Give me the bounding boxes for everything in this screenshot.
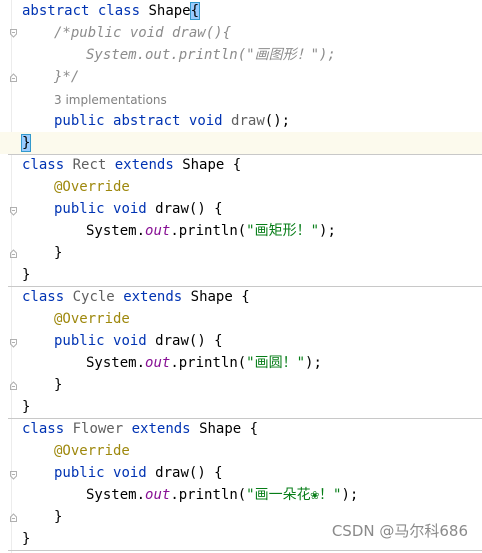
keyword: public — [54, 333, 105, 349]
code-line[interactable]: class Cycle extends Shape { — [22, 286, 250, 308]
close-brace: } — [54, 509, 63, 525]
fold-end-icon[interactable] — [10, 73, 17, 82]
close-brace: } — [22, 531, 31, 547]
class-name: Flower — [72, 421, 124, 437]
open-brace: { — [232, 157, 242, 173]
code-line[interactable]: public abstract void draw(); — [54, 110, 290, 132]
keyword: class — [22, 421, 65, 437]
code-line[interactable]: public void draw() { — [54, 330, 223, 352]
code-line[interactable]: } — [54, 242, 62, 264]
code-line[interactable]: System.out.println("画矩形！"); — [86, 220, 336, 242]
matched-brace: { — [189, 2, 201, 20]
keyword: public — [54, 113, 105, 129]
keyword: abstract — [113, 113, 181, 129]
system-class: System. — [86, 223, 146, 239]
parent-class-name: Shape — [182, 157, 225, 173]
keyword: void — [188, 113, 223, 129]
code-line[interactable]: } — [54, 506, 62, 528]
close-brace: } — [22, 399, 31, 415]
code-line[interactable]: class Rect extends Shape { — [22, 154, 241, 176]
block-comment: }*/ — [54, 69, 80, 85]
method-signature: draw() { — [155, 333, 223, 349]
code-line[interactable]: } — [22, 528, 30, 550]
method-call: .println( — [170, 487, 247, 503]
fold-start-icon[interactable] — [10, 207, 17, 216]
class-name: Cycle — [72, 289, 115, 305]
code-line[interactable]: } — [54, 374, 62, 396]
keyword: void — [113, 201, 147, 217]
current-line-highlight — [0, 132, 482, 154]
system-class: System. — [86, 487, 146, 503]
method-signature: draw() { — [155, 465, 223, 481]
keyword: extends — [123, 289, 183, 305]
method-tail: (); — [264, 113, 291, 129]
code-line[interactable]: abstract class Shape{ — [22, 0, 201, 22]
keyword: abstract — [22, 3, 90, 19]
string-literal: "画矩形！" — [246, 223, 320, 239]
code-line[interactable]: System.out.println("画一朵花❀！"); — [86, 484, 358, 506]
statement-end: ); — [341, 487, 359, 503]
code-editor[interactable]: abstract class Shape{ /*public void draw… — [0, 0, 482, 553]
parent-class-name: Shape — [199, 421, 242, 437]
keyword: void — [113, 333, 147, 349]
keyword: extends — [114, 157, 174, 173]
code-line[interactable]: public void draw() { — [54, 462, 223, 484]
watermark: CSDN @马尔科686 — [331, 522, 468, 540]
statement-end: ); — [305, 355, 322, 371]
keyword: extends — [131, 421, 191, 437]
code-line[interactable]: } — [22, 396, 30, 418]
open-brace: { — [249, 421, 259, 437]
block-comment: System.out.println("画图形！"); — [86, 47, 336, 63]
method-name: draw — [231, 113, 265, 129]
fold-end-icon[interactable] — [10, 381, 17, 390]
method-call: .println( — [170, 355, 247, 371]
code-line[interactable]: } — [22, 264, 30, 286]
comment-line[interactable]: /*public void draw(){ — [54, 22, 231, 44]
keyword: class — [97, 3, 141, 19]
code-line[interactable]: System.out.println("画圆！"); — [86, 352, 322, 374]
close-brace: } — [22, 267, 31, 283]
static-field: out — [145, 487, 171, 503]
implementations-hint[interactable]: 3 implementations — [54, 89, 167, 111]
code-line[interactable]: public void draw() { — [54, 198, 223, 220]
code-line[interactable]: @Override — [54, 176, 130, 198]
method-separator — [8, 550, 482, 551]
open-brace: { — [241, 289, 250, 305]
close-brace: } — [54, 377, 63, 393]
parent-class-name: Shape — [190, 289, 233, 305]
matched-brace: } — [20, 134, 32, 152]
fold-start-icon[interactable] — [10, 471, 17, 480]
keyword: void — [113, 465, 147, 481]
method-signature: draw() { — [155, 201, 223, 217]
statement-end: ); — [319, 223, 336, 239]
class-name: Shape — [148, 3, 191, 19]
class-name: Rect — [72, 157, 107, 173]
fold-start-icon[interactable] — [10, 29, 17, 38]
static-field: out — [145, 223, 171, 239]
block-comment: /*public void draw(){ — [54, 25, 232, 41]
string-literal: "画圆！" — [246, 355, 306, 371]
code-line[interactable]: @Override — [54, 308, 130, 330]
code-line[interactable]: } — [20, 132, 32, 154]
annotation: @Override — [54, 179, 130, 195]
code-line[interactable]: @Override — [54, 440, 130, 462]
system-class: System. — [86, 355, 146, 371]
annotation: @Override — [54, 443, 130, 459]
comment-line[interactable]: System.out.println("画图形！"); — [86, 44, 336, 66]
code-line[interactable]: class Flower extends Shape { — [22, 418, 258, 440]
annotation: @Override — [54, 311, 130, 327]
string-literal: "画一朵花❀！" — [246, 487, 342, 503]
keyword: public — [54, 201, 105, 217]
keyword: class — [22, 157, 65, 173]
close-brace: } — [54, 245, 63, 261]
keyword: class — [22, 289, 65, 305]
fold-start-icon[interactable] — [10, 339, 17, 348]
comment-line[interactable]: }*/ — [54, 66, 79, 88]
fold-end-icon[interactable] — [10, 513, 17, 522]
keyword: public — [54, 465, 105, 481]
static-field: out — [145, 355, 171, 371]
method-call: .println( — [170, 223, 247, 239]
fold-end-icon[interactable] — [10, 249, 17, 258]
